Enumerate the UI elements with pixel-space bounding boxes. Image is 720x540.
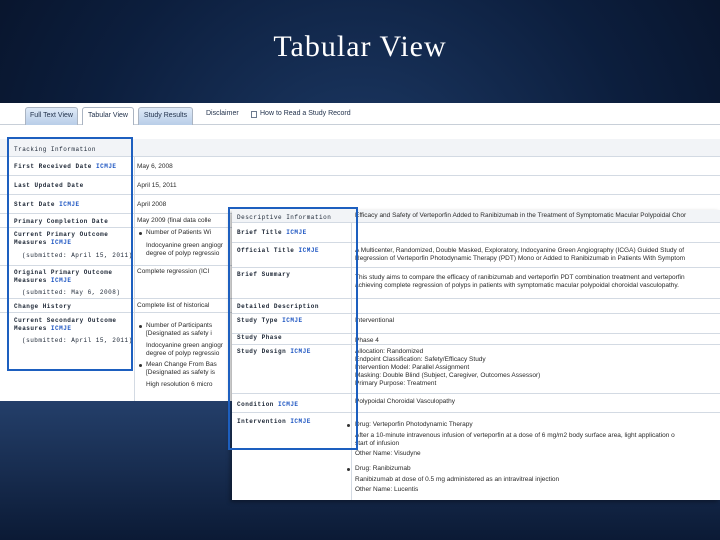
intervention-value-7: Other Name: Lucentis xyxy=(355,486,419,493)
icmje-link[interactable]: ICMJE xyxy=(59,201,80,208)
current-secondary-submitted: (submitted: April 15, 2011) xyxy=(22,337,133,344)
bullet-icon xyxy=(139,364,142,367)
first-received-label: First Received Date ICMJE xyxy=(14,163,117,170)
last-updated-value: April 15, 2011 xyxy=(137,182,177,189)
tab-study-results[interactable]: Study Results xyxy=(138,107,193,125)
bullet-icon xyxy=(139,232,142,235)
current-secondary-value-2: [Designated as safety i xyxy=(146,330,212,337)
current-secondary-value-7: High resolution 6 micro xyxy=(146,381,213,388)
intervention-value-3: start of infusion xyxy=(355,440,400,447)
original-primary-submitted: (submitted: May 6, 2008) xyxy=(22,289,121,296)
slide-title: Tabular View xyxy=(273,30,447,63)
bullet-icon xyxy=(139,325,142,328)
intervention-value[interactable]: Drug: Verteporfin Photodynamic Therapy xyxy=(355,421,473,429)
study-design-value-2: Endpoint Classification: Safety/Efficacy… xyxy=(355,356,486,363)
current-primary-value: Number of Patients Wi xyxy=(146,229,212,236)
primary-completion-value: May 2009 (final data colle xyxy=(137,217,212,224)
current-primary-value-2: Indocyanine green angiogr xyxy=(146,242,223,249)
brief-summary-value: This study aims to compare the efficacy … xyxy=(355,274,685,281)
change-history-link[interactable]: Complete list of historical xyxy=(137,302,209,310)
study-design-value: Allocation: Randomized xyxy=(355,348,424,355)
original-primary-label-cont: Measures ICMJE xyxy=(14,277,72,284)
condition-value: Polypoidal Choroidal Vasculopathy xyxy=(355,398,455,405)
current-secondary-label-cont: Measures ICMJE xyxy=(14,325,72,332)
current-secondary-value-6: [Designated as safety is xyxy=(146,369,216,376)
change-history-label: Change History xyxy=(14,303,72,310)
intervention-value-2: After a 10-minute intravenous infusion o… xyxy=(355,432,675,439)
icmje-link[interactable]: ICMJE xyxy=(96,163,117,170)
current-primary-label-cont: Measures ICMJE xyxy=(14,239,72,246)
first-received-row: First Received Date ICMJE May 6, 2008 xyxy=(0,157,720,176)
intervention-value-4: Other Name: Visudyne xyxy=(355,450,421,457)
current-primary-label: Current Primary Outcome xyxy=(14,231,109,238)
current-secondary-value-3: Indocyanine green angiogr xyxy=(146,342,223,349)
icmje-link[interactable]: ICMJE xyxy=(51,325,72,332)
tab-full-text-view[interactable]: Full Text View xyxy=(25,107,78,125)
intervention-value-6: Ranibizumab at dose of 0.5 mg administer… xyxy=(355,476,560,483)
original-primary-value: Complete regression (ICI xyxy=(137,268,210,275)
highlight-frame xyxy=(228,207,358,450)
brief-title-value: Efficacy and Safety of Verteporfin Added… xyxy=(355,212,687,219)
document-icon xyxy=(251,111,257,118)
current-secondary-value: Number of Participants xyxy=(146,322,213,329)
icmje-link[interactable]: ICMJE xyxy=(51,239,72,246)
official-title-value: A Multicenter, Randomized, Double Masked… xyxy=(355,247,685,254)
current-primary-value-3: degree of polyp regressio xyxy=(146,250,220,257)
last-updated-row: Last Updated Date April 15, 2011 xyxy=(0,176,720,195)
current-secondary-value-4: degree of polyp regressio xyxy=(146,350,220,357)
current-secondary-value-5: Mean Change From Bas xyxy=(146,361,217,368)
primary-completion-label: Primary Completion Date xyxy=(14,218,109,225)
tracking-information-header: Tracking Information xyxy=(0,139,720,157)
brief-summary-value-2: achieving complete regression of polyps … xyxy=(355,282,679,289)
disclaimer-link[interactable]: Disclaimer xyxy=(206,110,239,117)
current-secondary-label: Current Secondary Outcome xyxy=(14,317,117,324)
study-phase-value: Phase 4 xyxy=(355,337,379,344)
section-title: Tracking Information xyxy=(14,146,97,153)
current-primary-submitted: (submitted: April 15, 2011) xyxy=(22,252,133,259)
official-title-value-2: Regression of Verteporfin Photodynamic T… xyxy=(355,255,686,262)
how-to-read-link[interactable]: How to Read a Study Record xyxy=(260,110,351,117)
tab-tabular-view[interactable]: Tabular View xyxy=(82,107,134,125)
last-updated-label: Last Updated Date xyxy=(14,182,84,189)
study-design-value-5: Primary Purpose: Treatment xyxy=(355,380,437,387)
icmje-link[interactable]: ICMJE xyxy=(51,277,72,284)
intervention-value-5[interactable]: Drug: Ranibizumab xyxy=(355,465,411,473)
bullet-icon xyxy=(347,468,350,471)
original-primary-label: Original Primary Outcome xyxy=(14,269,113,276)
start-date-label: Start Date ICMJE xyxy=(14,201,80,208)
study-design-value-3: Intervention Model: Parallel Assignment xyxy=(355,364,470,371)
tab-bar: Full Text View Tabular View Study Result… xyxy=(0,103,720,125)
study-type-value: Interventional xyxy=(355,317,395,324)
start-date-value: April 2008 xyxy=(137,201,167,208)
first-received-value: May 6, 2008 xyxy=(137,163,173,170)
study-design-value-4: Masking: Double Blind (Subject, Caregive… xyxy=(355,372,541,379)
